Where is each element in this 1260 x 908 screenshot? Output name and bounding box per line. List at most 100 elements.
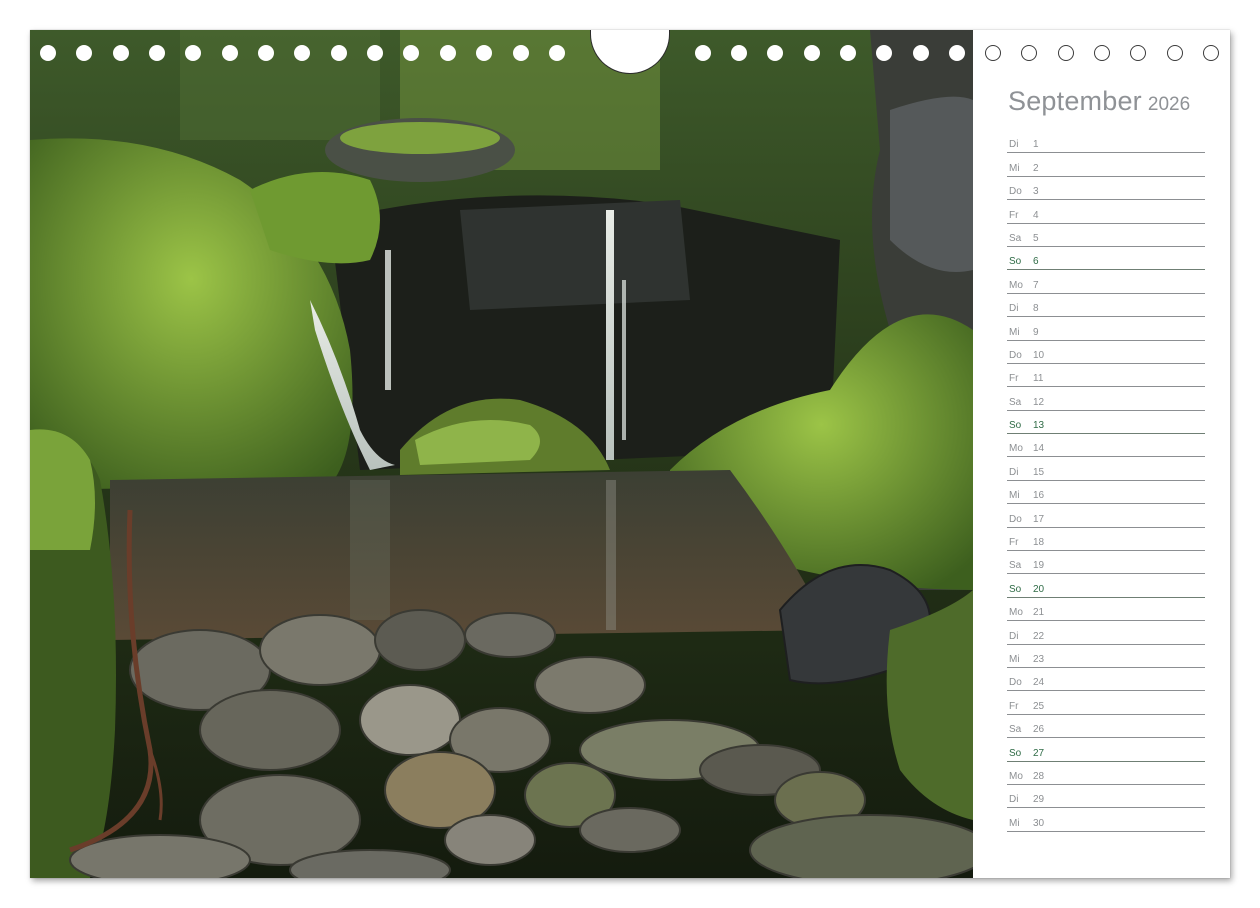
day-number: 2 — [1033, 162, 1039, 174]
weekday-label: Fr — [1009, 700, 1019, 712]
day-row: Sa 12 — [1007, 387, 1205, 411]
binding-hole — [1203, 45, 1219, 61]
weekday-label: Fr — [1009, 373, 1019, 385]
day-number: 8 — [1033, 303, 1039, 315]
binding-hole — [440, 45, 456, 61]
day-row: Fr 25 — [1007, 691, 1205, 715]
day-number: 29 — [1033, 794, 1045, 806]
weekday-label: Sa — [1009, 396, 1022, 408]
day-row: Sa 26 — [1007, 715, 1205, 739]
weekday-label: Mi — [1009, 490, 1020, 502]
day-number: 14 — [1033, 443, 1045, 455]
binding-hole — [1130, 45, 1146, 61]
day-row: So 13 — [1007, 411, 1205, 435]
weekday-label: So — [1009, 583, 1022, 595]
binding-hole — [695, 45, 711, 61]
weekday-label: Mi — [1009, 326, 1020, 338]
day-row: Sa 5 — [1007, 224, 1205, 247]
day-row: Mo 7 — [1007, 270, 1205, 294]
day-number: 22 — [1033, 630, 1045, 642]
weekday-label: Do — [1009, 677, 1022, 689]
binding-hole — [185, 45, 201, 61]
weekday-label: Mi — [1009, 653, 1020, 665]
day-row: So 6 — [1007, 247, 1205, 271]
binding-hole — [294, 45, 310, 61]
weekday-label: Mi — [1009, 817, 1020, 829]
binding-hole — [1058, 45, 1074, 61]
day-number: 9 — [1033, 326, 1039, 338]
day-number: 30 — [1033, 817, 1045, 829]
binding-hole — [149, 45, 165, 61]
weekday-label: So — [1009, 420, 1022, 432]
month-title: September 2026 — [1008, 86, 1190, 117]
weekday-label: Fr — [1009, 209, 1019, 221]
day-number: 25 — [1033, 700, 1045, 712]
binding-hole — [367, 45, 383, 61]
weekday-label: Mi — [1009, 162, 1020, 174]
day-number: 26 — [1033, 724, 1045, 736]
day-row: Do 10 — [1007, 341, 1205, 364]
day-row: Do 24 — [1007, 668, 1205, 692]
day-row: Fr 4 — [1007, 200, 1205, 224]
day-number: 3 — [1033, 186, 1039, 198]
year-label: 2026 — [1147, 94, 1191, 115]
binding-hole — [549, 45, 565, 61]
binding-hole — [40, 45, 56, 61]
binding-hole — [331, 45, 347, 61]
weekday-label: Mo — [1009, 770, 1023, 782]
day-row: Di 15 — [1007, 457, 1205, 481]
day-row: Do 17 — [1007, 504, 1205, 528]
day-number: 7 — [1033, 279, 1039, 291]
day-list: Di 1 Mi 2 Do 3 Fr 4 Sa 5 So 6 Mo 7 Di 8 Mi 9 Do 10 Fr 11 Sa 12 S… — [1007, 130, 1205, 832]
weekday-label: Sa — [1009, 232, 1022, 244]
day-row: Mi 30 — [1007, 808, 1205, 832]
day-number: 20 — [1033, 583, 1045, 595]
weekday-label: Di — [1009, 303, 1019, 315]
calendar-page: September 2026 Di 1 Mi 2 Do 3 Fr 4 Sa 5 So 6 Mo 7 Di 8 Mi… — [30, 30, 1230, 878]
day-number: 1 — [1033, 139, 1039, 151]
weekday-label: Fr — [1009, 537, 1019, 549]
day-number: 10 — [1033, 349, 1045, 361]
weekday-label: Do — [1009, 513, 1022, 525]
binding-hole — [222, 45, 238, 61]
day-row: Mo 28 — [1007, 762, 1205, 785]
binding-hole — [1167, 45, 1183, 61]
day-row: Mo 14 — [1007, 434, 1205, 458]
day-row: Mi 16 — [1007, 481, 1205, 505]
day-number: 18 — [1033, 537, 1045, 549]
day-number: 13 — [1033, 420, 1045, 432]
day-number: 19 — [1033, 560, 1045, 572]
day-number: 27 — [1033, 747, 1045, 759]
day-row: So 27 — [1007, 738, 1205, 762]
day-row: Mi 23 — [1007, 645, 1205, 668]
binding-hole — [985, 45, 1001, 61]
day-number: 28 — [1033, 770, 1045, 782]
day-row: Mo 21 — [1007, 598, 1205, 622]
day-row: Mi 9 — [1007, 317, 1205, 341]
weekday-label: Mo — [1009, 443, 1023, 455]
binding-hole — [476, 45, 492, 61]
day-row: Do 3 — [1007, 177, 1205, 201]
day-number: 4 — [1033, 209, 1039, 221]
weekday-label: Di — [1009, 139, 1019, 151]
binding-hole — [876, 45, 892, 61]
weekday-label: Sa — [1009, 724, 1022, 736]
weekday-label: Do — [1009, 349, 1022, 361]
day-number: 6 — [1033, 256, 1039, 268]
binding-hole — [913, 45, 929, 61]
day-number: 17 — [1033, 513, 1045, 525]
binding-hole — [513, 45, 529, 61]
weekday-label: So — [1009, 747, 1022, 759]
binding-hole — [949, 45, 965, 61]
binding-hole — [804, 45, 820, 61]
binding-hole — [1094, 45, 1110, 61]
binding-hole — [258, 45, 274, 61]
weekday-label: Mo — [1009, 607, 1023, 619]
weekday-label: Mo — [1009, 279, 1023, 291]
day-row: So 20 — [1007, 574, 1205, 598]
day-row: Di 1 — [1007, 130, 1205, 154]
day-row: Fr 11 — [1007, 364, 1205, 388]
day-number: 21 — [1033, 607, 1045, 619]
day-number: 16 — [1033, 490, 1045, 502]
binding-hole — [731, 45, 747, 61]
